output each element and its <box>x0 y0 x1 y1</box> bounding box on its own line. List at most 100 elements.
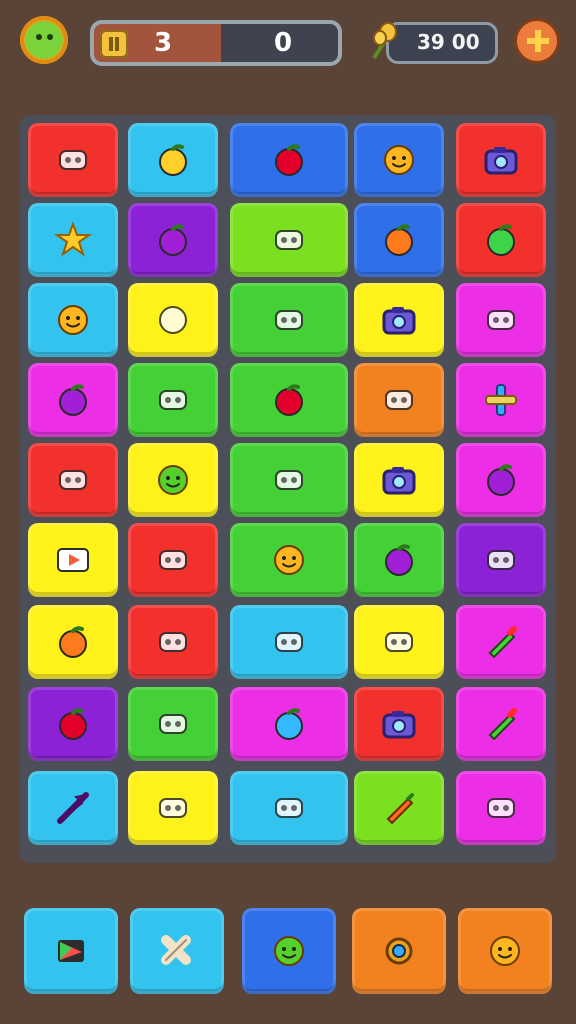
board-tile-r7-c2[interactable] <box>128 605 218 679</box>
board-tile-r7-c4[interactable] <box>354 605 444 679</box>
green-face-icon <box>152 459 194 501</box>
coin-count: 39 00 <box>417 30 480 54</box>
crayon-icon <box>480 621 522 663</box>
board-tile-r3-c2[interactable] <box>128 283 218 357</box>
board-tile-r6-c4[interactable] <box>354 523 444 597</box>
dock-item-1[interactable] <box>24 908 118 994</box>
coin-panel: 39 00 <box>386 22 498 64</box>
balloon-icon <box>268 703 310 745</box>
game-board <box>20 115 556 863</box>
board-tile-r9-c3[interactable] <box>230 771 348 845</box>
play-icon <box>52 539 94 581</box>
board-tile-r1-c4[interactable] <box>354 123 444 197</box>
fish-icon <box>52 139 94 181</box>
grape-icon <box>378 539 420 581</box>
board-tile-r3-c1[interactable] <box>28 283 118 357</box>
pause-button[interactable] <box>100 30 128 58</box>
green-blob-icon <box>152 299 194 341</box>
board-tile-r1-c2[interactable] <box>128 123 218 197</box>
board-tile-r8-c1[interactable] <box>28 687 118 761</box>
board-tile-r8-c2[interactable] <box>128 687 218 761</box>
camera-icon <box>378 299 420 341</box>
leaf-icon <box>378 621 420 663</box>
board-tile-r1-c5[interactable] <box>456 123 546 197</box>
smiley-orange-icon <box>52 299 94 341</box>
grill-icon <box>268 299 310 341</box>
board-tile-r9-c1[interactable] <box>28 771 118 845</box>
board-tile-r4-c4[interactable] <box>354 363 444 437</box>
apple-icon <box>268 139 310 181</box>
item-dock <box>0 900 576 1010</box>
board-tile-r8-c4[interactable] <box>354 687 444 761</box>
egg-icon <box>268 621 310 663</box>
board-tile-r9-c2[interactable] <box>128 771 218 845</box>
board-tile-r2-c3[interactable] <box>230 203 348 277</box>
green-face-icon <box>268 930 310 972</box>
board-tile-r3-c5[interactable] <box>456 283 546 357</box>
board-tile-r1-c1[interactable] <box>28 123 118 197</box>
board-tile-r5-c5[interactable] <box>456 443 546 517</box>
chili-icon <box>152 787 194 829</box>
prism-icon <box>50 930 92 972</box>
board-tile-r2-c2[interactable] <box>128 203 218 277</box>
add-coins-button[interactable] <box>514 18 560 64</box>
board-tile-r5-c1[interactable] <box>28 443 118 517</box>
taco-icon <box>152 539 194 581</box>
board-tile-r5-c4[interactable] <box>354 443 444 517</box>
board-tile-r3-c4[interactable] <box>354 283 444 357</box>
cross-icon <box>480 379 522 421</box>
dock-item-5[interactable] <box>458 908 552 994</box>
plum-icon <box>480 459 522 501</box>
board-tile-r5-c3[interactable] <box>230 443 348 517</box>
board-tile-r7-c1[interactable] <box>28 605 118 679</box>
star-icon <box>52 219 94 261</box>
crate-icon <box>152 379 194 421</box>
orange-icon <box>378 219 420 261</box>
shovel-icon <box>268 219 310 261</box>
sun-icon <box>480 787 522 829</box>
radio-icon <box>152 703 194 745</box>
plum-icon <box>152 219 194 261</box>
board-tile-r9-c4[interactable] <box>354 771 444 845</box>
dock-item-3[interactable] <box>242 908 336 994</box>
board-tile-r7-c5[interactable] <box>456 605 546 679</box>
dock-item-2[interactable] <box>130 908 224 994</box>
board-tile-r6-c3[interactable] <box>230 523 348 597</box>
carrot-icon <box>378 787 420 829</box>
top-bar: 3 0 39 00 <box>0 0 576 90</box>
knife-icon <box>152 621 194 663</box>
lemon-icon <box>152 139 194 181</box>
board-tile-r4-c3[interactable] <box>230 363 348 437</box>
score-left: 3 <box>154 28 173 58</box>
board-tile-r2-c4[interactable] <box>354 203 444 277</box>
board-tile-r8-c3[interactable] <box>230 687 348 761</box>
apple-icon <box>268 379 310 421</box>
arrow-icon <box>52 787 94 829</box>
score-panel: 3 0 <box>90 20 342 66</box>
board-tile-r2-c1[interactable] <box>28 203 118 277</box>
board-tile-r1-c3[interactable] <box>230 123 348 197</box>
board-tile-r8-c5[interactable] <box>456 687 546 761</box>
bandage-icon <box>156 930 198 972</box>
smiley-orange-icon <box>268 539 310 581</box>
board-tile-r3-c3[interactable] <box>230 283 348 357</box>
board-tile-r4-c2[interactable] <box>128 363 218 437</box>
camera-icon <box>378 703 420 745</box>
board-tile-r2-c5[interactable] <box>456 203 546 277</box>
board-tile-r4-c5[interactable] <box>456 363 546 437</box>
board-tile-r4-c1[interactable] <box>28 363 118 437</box>
score-right: 0 <box>274 28 293 58</box>
cheese-icon <box>480 299 522 341</box>
board-tile-r6-c1[interactable] <box>28 523 118 597</box>
sun-mascot-icon[interactable] <box>20 16 68 64</box>
board-tile-r9-c5[interactable] <box>456 771 546 845</box>
board-tile-r6-c5[interactable] <box>456 523 546 597</box>
board-tile-r5-c2[interactable] <box>128 443 218 517</box>
screen-icon <box>52 459 94 501</box>
frog-icon <box>268 787 310 829</box>
smiley-fruit-icon <box>378 139 420 181</box>
dock-item-4[interactable] <box>352 908 446 994</box>
board-tile-r7-c3[interactable] <box>230 605 348 679</box>
board-tile-r6-c2[interactable] <box>128 523 218 597</box>
radio-icon <box>378 379 420 421</box>
